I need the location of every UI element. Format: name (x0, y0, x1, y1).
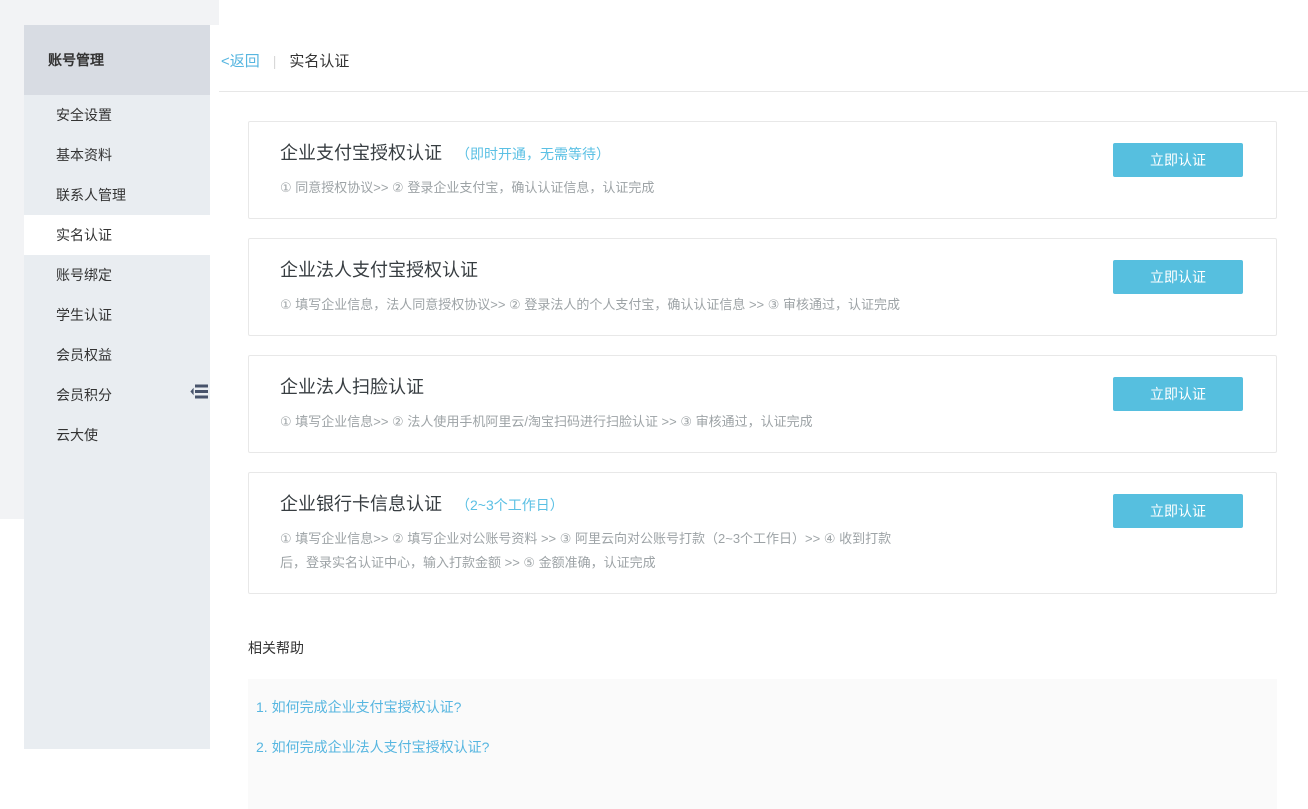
card-enterprise-alipay-auth: 企业支付宝授权认证 （即时开通，无需等待） ① 同意授权协议>> ② 登录企业支付… (248, 121, 1277, 219)
card-description: ① 填写企业信息，法人同意授权协议>> ② 登录法人的个人支付宝，确认认证信息 … (280, 293, 912, 317)
card-title: 企业法人支付宝授权认证 (280, 260, 478, 280)
help-link-1[interactable]: 1. 如何完成企业支付宝授权认证? (256, 700, 1257, 715)
card-legal-person-alipay-auth: 企业法人支付宝授权认证 ① 填写企业信息，法人同意授权协议>> ② 登录法人的个… (248, 238, 1277, 336)
account-sidebar: 账号管理 安全设置基本资料联系人管理实名认证账号绑定学生认证会员权益会员积分云大… (24, 25, 210, 749)
sidebar-title: 账号管理 (24, 25, 210, 95)
main-header: <返回 | 实名认证 (219, 0, 1308, 92)
breadcrumb: <返回 | 实名认证 (221, 50, 349, 71)
related-help-box: 1. 如何完成企业支付宝授权认证? 2. 如何完成企业法人支付宝授权认证? (248, 679, 1277, 809)
verify-now-button[interactable]: 立即认证 (1113, 143, 1243, 177)
sidebar-item-basic-profile[interactable]: 基本资料 (24, 135, 210, 175)
card-enterprise-bank-card-auth: 企业银行卡信息认证 （2~3个工作日） ① 填写企业信息>> ② 填写企业对公账号… (248, 472, 1277, 594)
card-title: 企业支付宝授权认证 (280, 143, 442, 163)
main-content: 企业支付宝授权认证 （即时开通，无需等待） ① 同意授权协议>> ② 登录企业支付… (219, 92, 1308, 809)
card-description: ① 同意授权协议>> ② 登录企业支付宝，确认认证信息，认证完成 (280, 176, 912, 200)
collapse-sidebar-icon (190, 384, 209, 399)
card-legal-person-face-auth: 企业法人扫脸认证 ① 填写企业信息>> ② 法人使用手机阿里云/淘宝扫码进行扫脸… (248, 355, 1277, 453)
related-help-title: 相关帮助 (248, 640, 1277, 656)
back-link[interactable]: <返回 (221, 50, 260, 71)
card-badge: （2~3个工作日） (456, 497, 564, 513)
sidebar-item-member-benefits[interactable]: 会员权益 (24, 335, 210, 375)
breadcrumb-divider: | (273, 53, 277, 69)
sidebar-item-account-binding[interactable]: 账号绑定 (24, 255, 210, 295)
sidebar-item-contacts-management[interactable]: 联系人管理 (24, 175, 210, 215)
verify-now-button[interactable]: 立即认证 (1113, 377, 1243, 411)
page-top-band (0, 0, 219, 25)
card-title: 企业法人扫脸认证 (280, 377, 424, 397)
main-panel: <返回 | 实名认证 企业支付宝授权认证 （即时开通，无需等待） ① 同意授权协议… (219, 0, 1308, 749)
sidebar-collapse-toggle[interactable] (184, 366, 214, 416)
card-badge: （即时开通，无需等待） (456, 146, 610, 162)
page-title: 实名认证 (289, 50, 349, 71)
page-left-band (0, 0, 24, 519)
sidebar-menu: 安全设置基本资料联系人管理实名认证账号绑定学生认证会员权益会员积分云大使 (24, 95, 210, 455)
sidebar-item-security-settings[interactable]: 安全设置 (24, 95, 210, 135)
card-description: ① 填写企业信息>> ② 填写企业对公账号资料 >> ③ 阿里云向对公账号打款（… (280, 527, 912, 575)
card-title: 企业银行卡信息认证 (280, 494, 442, 514)
sidebar-item-real-name-verification[interactable]: 实名认证 (24, 215, 219, 255)
sidebar-item-student-verification[interactable]: 学生认证 (24, 295, 210, 335)
help-link-2[interactable]: 2. 如何完成企业法人支付宝授权认证? (256, 740, 1257, 755)
card-description: ① 填写企业信息>> ② 法人使用手机阿里云/淘宝扫码进行扫脸认证 >> ③ 审… (280, 410, 912, 434)
sidebar-item-member-points[interactable]: 会员积分 (24, 375, 210, 415)
sidebar-item-cloud-ambassador[interactable]: 云大使 (24, 415, 210, 455)
verify-now-button[interactable]: 立即认证 (1113, 260, 1243, 294)
verify-now-button[interactable]: 立即认证 (1113, 494, 1243, 528)
verification-card-list: 企业支付宝授权认证 （即时开通，无需等待） ① 同意授权协议>> ② 登录企业支付… (248, 121, 1277, 594)
